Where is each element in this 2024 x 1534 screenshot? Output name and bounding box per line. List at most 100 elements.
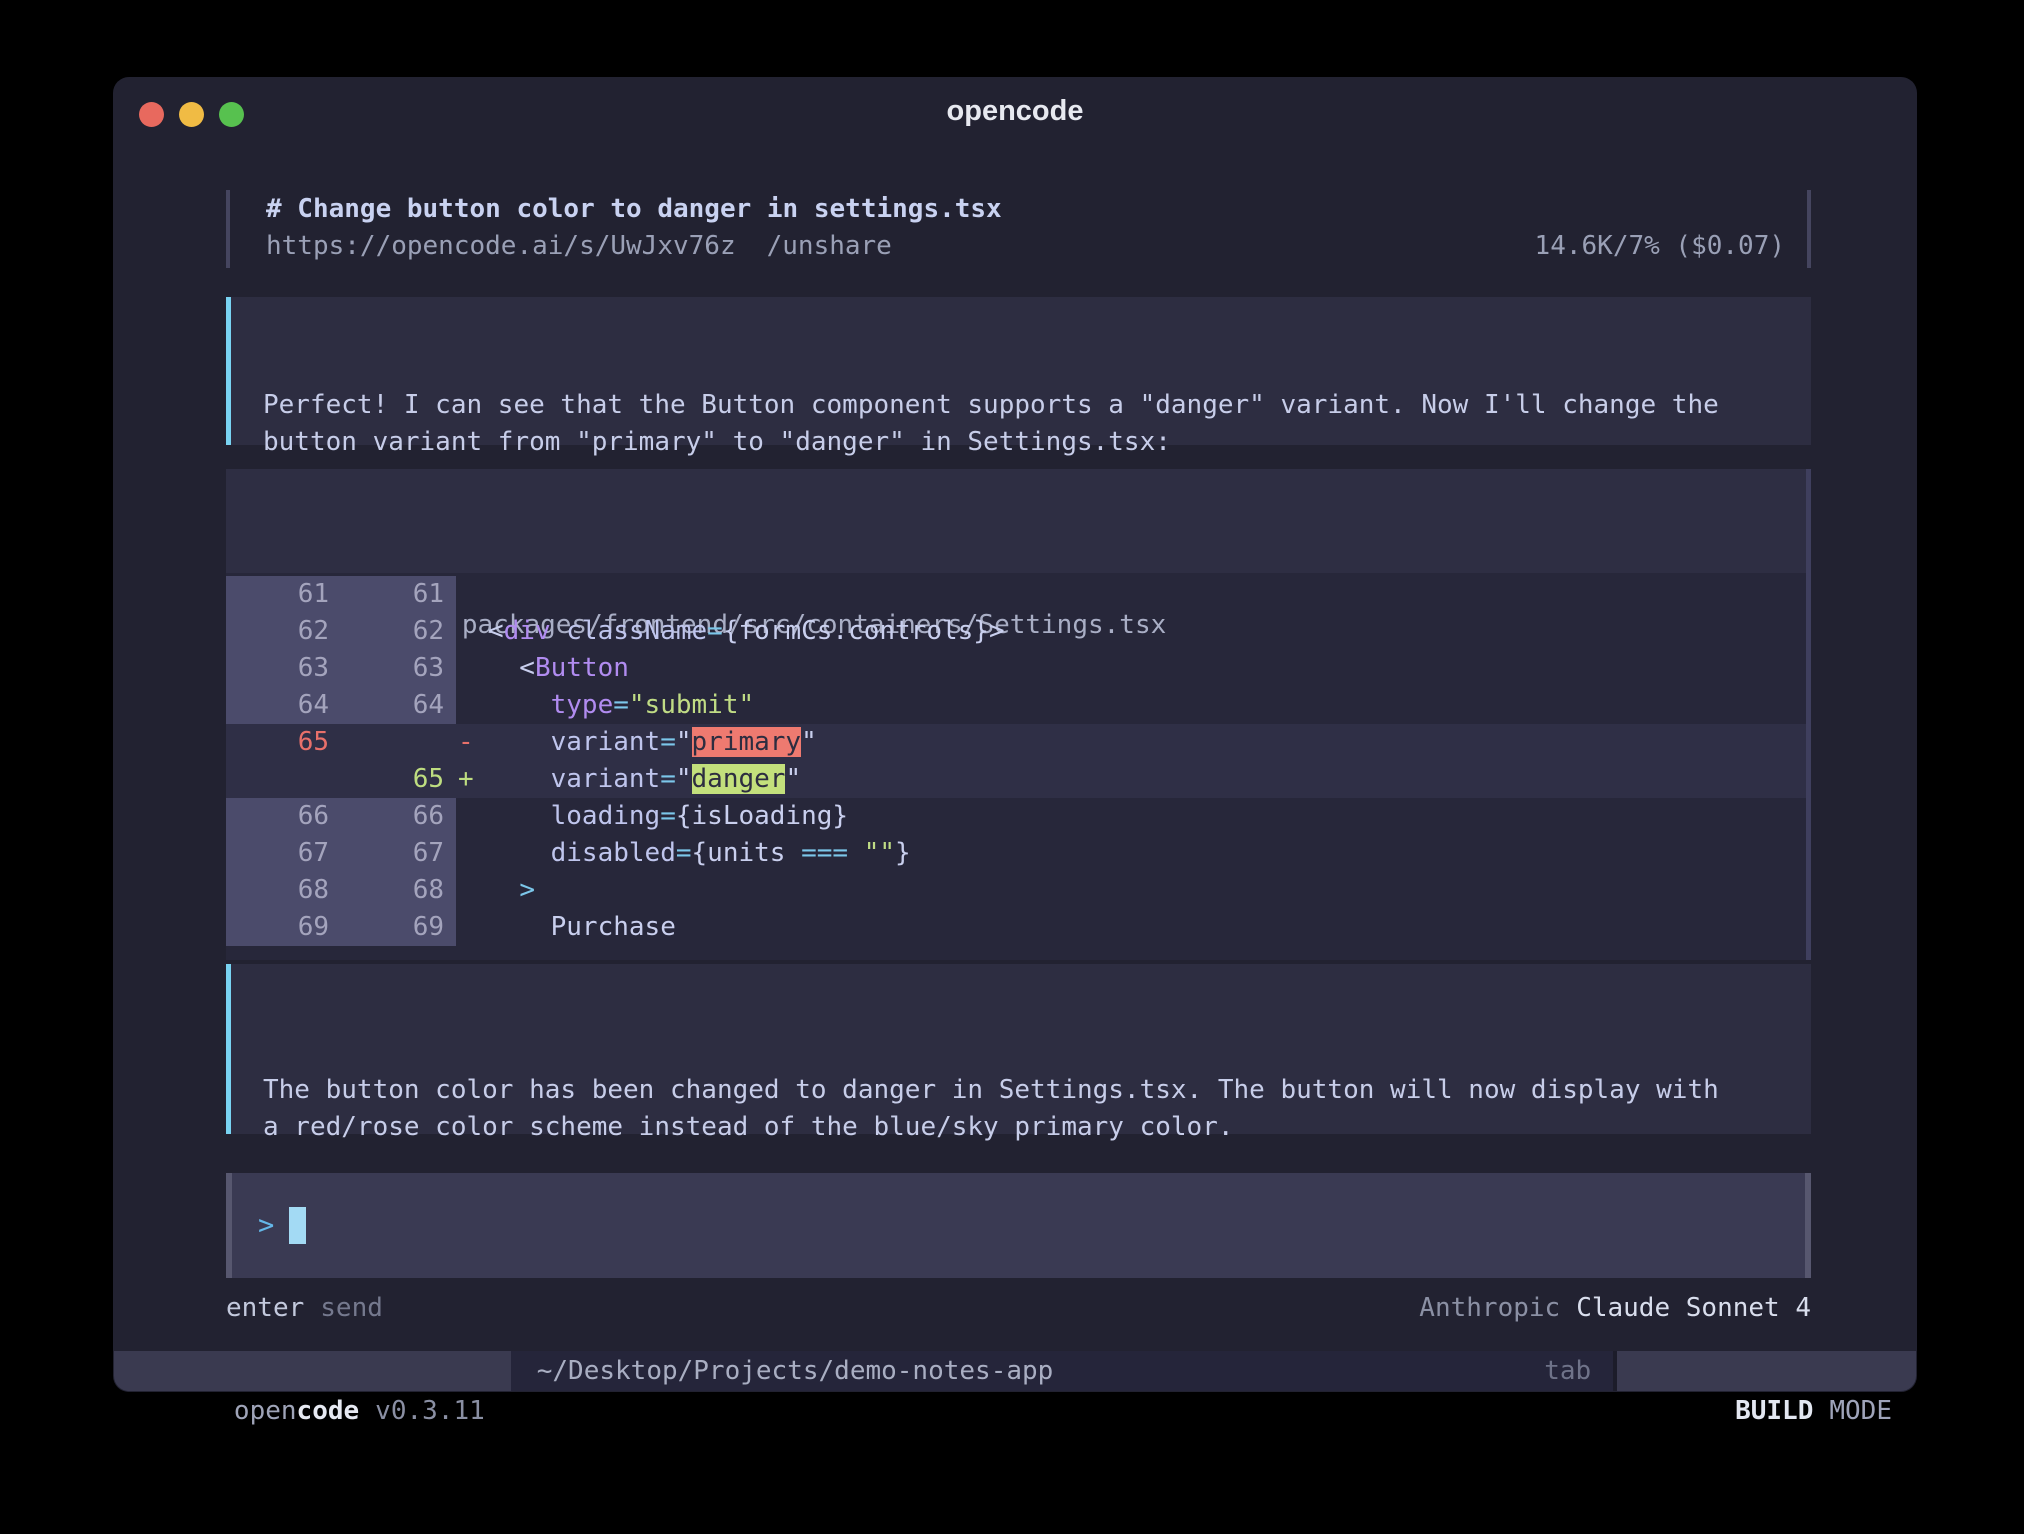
code-token: div — [504, 616, 551, 646]
code-token: variant — [551, 727, 661, 757]
tab-key-hint: tab — [1544, 1351, 1591, 1391]
model-name-label: Claude Sonnet 4 — [1576, 1288, 1811, 1328]
code-token: = — [707, 616, 723, 646]
diff-gutter: 6363 — [226, 650, 456, 687]
code-token: Purchase — [551, 912, 676, 942]
diff-line-number-old: 66 — [226, 798, 329, 835]
diff-line-number-old: 62 — [226, 613, 329, 650]
code-token: " — [785, 764, 801, 794]
diff-gutter: 6161 — [226, 576, 456, 613]
code-token — [488, 875, 519, 905]
diff-sign — [456, 613, 488, 650]
diff-row: 6868 > — [226, 872, 1806, 909]
diff-code: variant="danger" — [488, 761, 801, 798]
message-line: button variant from "primary" to "danger… — [263, 424, 1811, 461]
code-token: > — [989, 616, 1005, 646]
diff-row: 6464 type="submit" — [226, 687, 1806, 724]
diff-row: 65+ variant="danger" — [226, 761, 1806, 798]
enter-key-hint: enter — [226, 1288, 304, 1328]
code-token: = — [676, 838, 692, 868]
code-token: = — [660, 764, 676, 794]
code-token — [488, 727, 551, 757]
diff-sign — [456, 909, 488, 946]
diff-line-number-new: 63 — [329, 650, 456, 687]
status-bar: opencodev0.3.11 ~/Desktop/Projects/demo-… — [114, 1351, 1916, 1391]
diff-line-number-new: 69 — [329, 909, 456, 946]
diff-code: <div className={formCs.controls}> — [488, 613, 1005, 650]
model-provider-label: Anthropic — [1419, 1288, 1560, 1328]
diff-gutter: 65 — [226, 724, 456, 761]
diff-code: loading={isLoading} — [488, 798, 848, 835]
session-subtitle-row: https://opencode.ai/s/UwJxv76z /unshare … — [266, 228, 1785, 265]
code-token: {units — [692, 838, 802, 868]
diff-line-number-new: 66 — [329, 798, 456, 835]
prompt-char: > — [258, 1210, 274, 1241]
diff-line-number-new: 64 — [329, 687, 456, 724]
statusbar-spacer — [1053, 1351, 1544, 1391]
token-stats: 14.6K/7% ($0.07) — [1535, 228, 1785, 265]
assistant-message-2: The button color has been changed to dan… — [226, 964, 1811, 1134]
code-token: > — [519, 875, 535, 905]
diff-line-number-new: 62 — [329, 613, 456, 650]
diff-line-number-new: 67 — [329, 835, 456, 872]
prompt-input[interactable]: > — [226, 1173, 1811, 1278]
code-token — [488, 838, 551, 868]
code-token — [488, 912, 551, 942]
code-token: primary — [692, 727, 802, 757]
code-token: = — [613, 690, 629, 720]
build-mode-badge[interactable]: BUILDMODE — [1617, 1351, 1916, 1391]
edit-tool-card: Editpackages/frontend/src/containers/Set… — [226, 469, 1811, 960]
diff-gutter: 6464 — [226, 687, 456, 724]
content-column: # Change button color to danger in setti… — [226, 78, 1811, 1391]
diff-gutter: 6262 — [226, 613, 456, 650]
assistant-message-1: Perfect! I can see that the Button compo… — [226, 297, 1811, 445]
diff-sign — [456, 798, 488, 835]
diff-sign — [456, 650, 488, 687]
diff-code: variant="primary" — [488, 724, 817, 761]
code-token — [488, 690, 551, 720]
diff-code: <Button — [488, 650, 629, 687]
diff-sign — [456, 687, 488, 724]
unshare-command: /unshare — [767, 228, 892, 265]
app-version: v0.3.11 — [375, 1396, 485, 1426]
diff-line-number-new: 61 — [329, 576, 456, 613]
diff-line-number-old: 63 — [226, 650, 329, 687]
diff-line-number-old: 64 — [226, 687, 329, 724]
code-token: className — [566, 616, 707, 646]
code-token: = — [660, 727, 676, 757]
share-url: https://opencode.ai/s/UwJxv76z — [266, 228, 736, 265]
diff-row: 6666 loading={isLoading} — [226, 798, 1806, 835]
diff-sign — [456, 872, 488, 909]
code-token — [488, 801, 551, 831]
code-token: < — [488, 653, 535, 683]
code-token: type — [551, 690, 614, 720]
diff-code: type="submit" — [488, 687, 754, 724]
diff-sign — [456, 576, 488, 613]
app-name-open: open — [234, 1396, 297, 1426]
diff-gutter: 6666 — [226, 798, 456, 835]
diff-gutter: 6969 — [226, 909, 456, 946]
session-header: # Change button color to danger in setti… — [226, 190, 1811, 268]
code-token: < — [488, 616, 504, 646]
diff-line-number-old: 67 — [226, 835, 329, 872]
diff-sign: - — [456, 724, 488, 761]
diff-code: > — [488, 872, 535, 909]
diff-line-number-old: 61 — [226, 576, 329, 613]
code-token — [488, 764, 551, 794]
app-name-code: code — [297, 1396, 360, 1426]
diff-line-number-new: 65 — [329, 761, 456, 798]
working-directory: ~/Desktop/Projects/demo-notes-app — [537, 1351, 1054, 1391]
diff-gutter: 6767 — [226, 835, 456, 872]
message-line: The button color has been changed to dan… — [263, 1072, 1811, 1109]
code-token — [848, 838, 864, 868]
session-title: # Change button color to danger in setti… — [266, 191, 1785, 228]
opencode-terminal-window: opencode # Change button color to danger… — [113, 77, 1917, 1392]
code-token: "submit" — [629, 690, 754, 720]
diff-row: 6767 disabled={units === ""} — [226, 835, 1806, 872]
text-cursor — [289, 1207, 306, 1244]
message-lines: The button color has been changed to dan… — [263, 1072, 1811, 1145]
code-token: Button — [535, 653, 629, 683]
code-token: {isLoading} — [676, 801, 848, 831]
diff-sign: + — [456, 761, 488, 798]
code-token: = — [660, 801, 676, 831]
